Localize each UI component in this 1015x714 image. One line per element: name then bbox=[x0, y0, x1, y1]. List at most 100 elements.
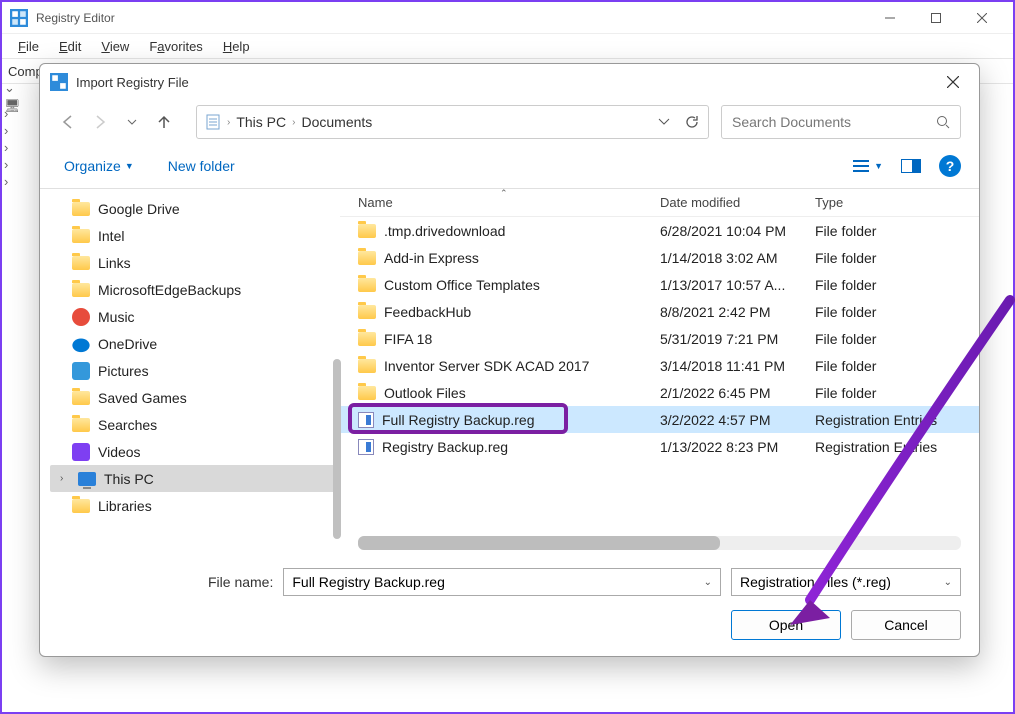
sidebar-item[interactable]: Saved Games bbox=[50, 384, 340, 411]
organize-button[interactable]: Organize ▼ bbox=[58, 154, 140, 178]
file-name: Inventor Server SDK ACAD 2017 bbox=[384, 358, 589, 374]
breadcrumb[interactable]: › This PC › Documents bbox=[196, 105, 709, 139]
menu-edit[interactable]: Edit bbox=[49, 37, 91, 56]
cancel-button[interactable]: Cancel bbox=[851, 610, 961, 640]
music-icon bbox=[72, 308, 90, 326]
sidebar-item-label: Pictures bbox=[98, 363, 149, 379]
file-type: File folder bbox=[815, 277, 979, 293]
sidebar-item[interactable]: MicrosoftEdgeBackups bbox=[50, 276, 340, 303]
regedit-icon bbox=[10, 9, 28, 27]
file-date: 3/14/2018 11:41 PM bbox=[660, 358, 815, 374]
close-button[interactable] bbox=[959, 2, 1005, 33]
main-title: Registry Editor bbox=[36, 11, 867, 25]
folder-icon bbox=[72, 499, 90, 513]
filename-input[interactable]: Full Registry Backup.reg ⌄ bbox=[283, 568, 721, 596]
search-input[interactable]: Search Documents bbox=[721, 105, 961, 139]
import-registry-dialog: Import Registry File › This PC › Documen… bbox=[39, 63, 980, 657]
sidebar-item-label: Music bbox=[98, 309, 135, 325]
sidebar-scrollbar[interactable] bbox=[333, 359, 341, 539]
file-row[interactable]: Inventor Server SDK ACAD 2017 3/14/2018 1… bbox=[340, 352, 979, 379]
sidebar-item-label: OneDrive bbox=[98, 336, 157, 352]
view-options-button[interactable]: ▼ bbox=[853, 159, 883, 173]
dialog-titlebar: Import Registry File bbox=[40, 64, 979, 100]
menu-help[interactable]: Help bbox=[213, 37, 260, 56]
chevron-down-icon[interactable] bbox=[658, 116, 670, 128]
file-row[interactable]: Full Registry Backup.reg3/2/2022 4:57 PM… bbox=[340, 406, 979, 433]
file-type: Registration Entries bbox=[815, 412, 979, 428]
file-type: File folder bbox=[815, 358, 979, 374]
file-name: Custom Office Templates bbox=[384, 277, 540, 293]
search-icon bbox=[936, 115, 950, 129]
sidebar-item-label: Intel bbox=[98, 228, 124, 244]
help-button[interactable]: ? bbox=[939, 155, 961, 177]
menu-view[interactable]: View bbox=[91, 37, 139, 56]
menu-favorites[interactable]: Favorites bbox=[139, 37, 212, 56]
file-row[interactable]: Registry Backup.reg1/13/2022 8:23 PMRegi… bbox=[340, 433, 979, 460]
sidebar-item[interactable]: Searches bbox=[50, 411, 340, 438]
up-button[interactable] bbox=[154, 112, 174, 132]
file-row[interactable]: Outlook Files2/1/2022 6:45 PMFile folder bbox=[340, 379, 979, 406]
file-date: 5/31/2019 7:21 PM bbox=[660, 331, 815, 347]
horizontal-scrollbar[interactable] bbox=[358, 536, 961, 550]
file-date: 6/28/2021 10:04 PM bbox=[660, 223, 815, 239]
refresh-icon[interactable] bbox=[684, 114, 700, 130]
dialog-nav: › This PC › Documents Search Documents bbox=[40, 100, 979, 144]
sidebar-item[interactable]: Videos bbox=[50, 438, 340, 465]
file-row[interactable]: FIFA 185/31/2019 7:21 PMFile folder bbox=[340, 325, 979, 352]
folder-icon bbox=[358, 305, 376, 319]
recent-dropdown[interactable] bbox=[122, 112, 142, 132]
dialog-close-button[interactable] bbox=[937, 66, 969, 98]
folder-icon bbox=[358, 224, 376, 238]
file-row[interactable]: FeedbackHub8/8/2021 2:42 PMFile folder bbox=[340, 298, 979, 325]
sidebar-item-label: Links bbox=[98, 255, 131, 271]
folder-icon bbox=[358, 278, 376, 292]
forward-button[interactable] bbox=[90, 112, 110, 132]
new-folder-button[interactable]: New folder bbox=[162, 154, 241, 178]
maximize-button[interactable] bbox=[913, 2, 959, 33]
bc-root[interactable]: This PC bbox=[236, 114, 286, 130]
file-name: Full Registry Backup.reg bbox=[382, 412, 535, 428]
sidebar-item[interactable]: Libraries bbox=[50, 492, 340, 519]
sidebar: Google Drive Intel Links MicrosoftEdgeBacku… bbox=[40, 189, 340, 558]
sidebar-item[interactable]: Google Drive bbox=[50, 195, 340, 222]
folder-icon bbox=[72, 418, 90, 432]
sidebar-item[interactable]: Links bbox=[50, 249, 340, 276]
file-row[interactable]: Add-in Express1/14/2018 3:02 AMFile fold… bbox=[340, 244, 979, 271]
file-date: 1/13/2017 10:57 A... bbox=[660, 277, 815, 293]
sidebar-item[interactable]: OneDrive bbox=[50, 330, 340, 357]
sort-indicator-icon: ⌃ bbox=[500, 188, 508, 199]
minimize-button[interactable] bbox=[867, 2, 913, 33]
file-type: File folder bbox=[815, 304, 979, 320]
back-button[interactable] bbox=[58, 112, 78, 132]
dialog-footer: File name: Full Registry Backup.reg ⌄ Re… bbox=[40, 558, 979, 656]
sidebar-item[interactable]: Pictures bbox=[50, 357, 340, 384]
sidebar-item[interactable]: Intel bbox=[50, 222, 340, 249]
sidebar-item[interactable]: Music bbox=[50, 303, 340, 330]
file-type-filter[interactable]: Registration Files (*.reg) ⌄ bbox=[731, 568, 961, 596]
folder-icon bbox=[358, 332, 376, 346]
menu-file[interactable]: File bbox=[8, 37, 49, 56]
file-name: Add-in Express bbox=[384, 250, 479, 266]
open-button[interactable]: Open bbox=[731, 610, 841, 640]
dialog-toolbar: Organize ▼ New folder ▼ ? bbox=[40, 144, 979, 188]
pictures-icon bbox=[72, 362, 90, 380]
file-row[interactable]: Custom Office Templates 1/13/2017 10:57 A… bbox=[340, 271, 979, 298]
file-type: File folder bbox=[815, 385, 979, 401]
sidebar-item-label: Libraries bbox=[98, 498, 152, 514]
file-name: FeedbackHub bbox=[384, 304, 471, 320]
folder-icon bbox=[72, 202, 90, 216]
pc-icon bbox=[78, 472, 96, 486]
column-date[interactable]: Date modified bbox=[660, 195, 815, 210]
sidebar-item[interactable]: ›This PC bbox=[50, 465, 340, 492]
file-date: 1/14/2018 3:02 AM bbox=[660, 250, 815, 266]
reg-file-icon bbox=[358, 439, 374, 455]
sidebar-item-label: Searches bbox=[98, 417, 157, 433]
folder-icon bbox=[72, 256, 90, 270]
dialog-body: Google Drive Intel Links MicrosoftEdgeBacku… bbox=[40, 188, 979, 558]
preview-pane-button[interactable] bbox=[901, 159, 921, 173]
regedit-icon bbox=[50, 73, 68, 91]
registry-tree[interactable]: ⌄ 🖥 ››››› bbox=[2, 84, 22, 710]
bc-folder[interactable]: Documents bbox=[301, 114, 372, 130]
file-row[interactable]: .tmp.drivedownload6/28/2021 10:04 PMFile… bbox=[340, 217, 979, 244]
column-type[interactable]: Type bbox=[815, 195, 979, 210]
